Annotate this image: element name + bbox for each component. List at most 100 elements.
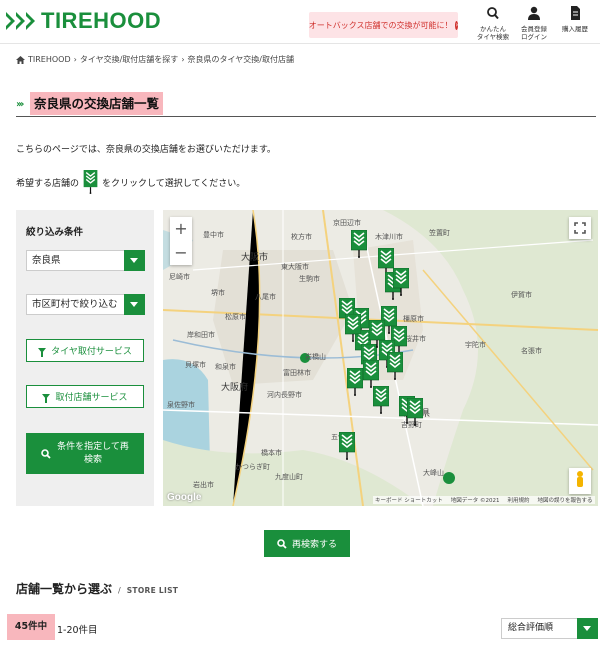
nav-purchase-history[interactable]: 購入履歴 — [558, 6, 592, 33]
instruction-text: 希望する店舗の をクリックして選択してください。 — [16, 170, 245, 194]
nav-login-line2: ログイン — [521, 33, 547, 41]
filter-icon — [42, 394, 51, 403]
keyboard-shortcuts-link[interactable]: キーボード ショートカット — [375, 496, 443, 504]
logo-chevron-icon — [16, 12, 25, 30]
report-error-link[interactable]: 地図の誤りを報告する — [538, 496, 593, 504]
document-icon — [571, 6, 580, 20]
search-icon — [41, 448, 51, 459]
fullscreen-button[interactable] — [569, 217, 591, 239]
logo[interactable]: TIREHOOD — [6, 8, 161, 34]
filter-panel: 絞り込み条件 奈良県 市区町村で絞り込む タイヤ取付サービス 取付店舗サービス … — [16, 210, 154, 506]
store-pin-icon[interactable] — [372, 385, 390, 414]
store-service-label: 取付店舗サービス — [55, 393, 128, 403]
pegman-icon — [577, 471, 583, 487]
terms-link[interactable]: 利用規約 — [508, 496, 530, 504]
map-label: 橋本市 — [261, 449, 282, 457]
map-label: 岩出市 — [193, 481, 214, 489]
filter-search-line2: 検索 — [83, 454, 102, 465]
zoom-out-button[interactable]: − — [170, 241, 192, 265]
filter-search-line1: 条件を指定して再 — [57, 441, 129, 452]
home-icon — [16, 55, 25, 64]
store-map[interactable]: 大阪市 東大阪市 八尾市 松原市 堺市 大阪府 和泉市 富田林市 河内長野市 岩… — [163, 210, 598, 506]
research-label: 再検索する — [291, 540, 337, 550]
promo-text: オートバックス店舗での交換が可能に！ — [308, 20, 453, 30]
map-label: 河内長野市 — [267, 391, 302, 399]
breadcrumb-item-current: 奈良県のタイヤ交換/取付店舗 — [187, 55, 294, 64]
store-service-filter-button[interactable]: 取付店舗サービス — [26, 385, 144, 408]
store-list-subtitle: STORE LIST — [126, 586, 179, 595]
research-button[interactable]: 再検索する — [264, 530, 350, 557]
search-icon — [277, 538, 287, 549]
city-select[interactable]: 市区町村で絞り込む — [26, 294, 145, 315]
logo-chevron-icon — [6, 12, 15, 30]
page-title: 奈良県の交換店舗一覧 — [30, 92, 164, 115]
map-label: 堺市 — [211, 289, 225, 297]
instruction-after: をクリックして選択してください。 — [102, 178, 246, 189]
zoom-in-button[interactable]: + — [170, 217, 192, 241]
map-label: 笠置町 — [429, 229, 450, 237]
chevron-down-icon[interactable] — [124, 250, 145, 271]
map-label: 伊賀市 — [511, 291, 532, 299]
store-pin-icon[interactable] — [338, 431, 356, 460]
user-icon — [528, 6, 540, 20]
search-icon — [487, 7, 499, 20]
fullscreen-icon — [574, 222, 586, 234]
breadcrumb: TIREHOOD › タイヤ交換/取付店舗を探す › 奈良県のタイヤ交換/取付店… — [16, 54, 294, 65]
store-pin-icon[interactable] — [406, 397, 424, 426]
prefecture-select[interactable]: 奈良県 — [26, 250, 145, 271]
map-label: 東大阪市 — [281, 263, 309, 271]
chevron-down-icon[interactable] — [124, 294, 145, 315]
sort-value: 総合評価順 — [508, 623, 554, 633]
nav-login[interactable]: 会員登録 ログイン — [517, 6, 551, 41]
nav-tire-search[interactable]: かんたん タイヤ検索 — [476, 6, 510, 41]
map-label: 名張市 — [521, 347, 542, 355]
filter-search-button[interactable]: 条件を指定して再 検索 — [26, 433, 144, 474]
intro-text: こちらのページでは、奈良県の交換店舗をお選びいただけます。 — [16, 145, 276, 155]
tire-service-filter-button[interactable]: タイヤ取付サービス — [26, 339, 144, 362]
map-data-credit: 地図データ ©2021 — [450, 498, 500, 504]
nav-login-line1: 会員登録 — [521, 25, 547, 33]
map-label: 豊中市 — [203, 231, 224, 239]
logo-text: TIREHOOD — [41, 8, 162, 33]
chevron-down-icon[interactable] — [577, 618, 598, 639]
store-list-heading: 店舗一覧から選ぶ / STORE LIST — [16, 580, 178, 597]
result-count-badge: 45件中 — [7, 614, 55, 640]
zoom-control: + − — [170, 217, 192, 265]
map-label: 大阪市 — [241, 253, 269, 263]
store-pin-icon[interactable] — [350, 229, 368, 258]
map-label: 宇陀市 — [465, 341, 486, 349]
map-label: 大峰山 — [423, 469, 444, 477]
store-pin-icon[interactable] — [386, 351, 404, 380]
map-label: 八尾市 — [255, 293, 276, 301]
promo-banner[interactable]: オートバックス店舗での交換が可能に！ › — [308, 12, 459, 38]
result-range: 1-20件目 — [57, 625, 98, 636]
title-arrows-icon: ››› — [16, 99, 25, 110]
street-view-button[interactable] — [569, 468, 591, 494]
breadcrumb-separator: › — [181, 55, 185, 64]
arrow-right-icon: › — [455, 20, 459, 30]
nav-tire-search-line2: タイヤ検索 — [476, 33, 510, 41]
map-label: 貝塚市 — [185, 361, 206, 369]
filter-icon — [38, 348, 47, 357]
nav-tire-search-line1: かんたん — [480, 25, 506, 33]
filter-title: 絞り込み条件 — [26, 227, 84, 238]
store-pin-icon[interactable] — [362, 359, 380, 388]
store-list-title: 店舗一覧から選ぶ — [16, 582, 113, 596]
map-label: 生駒市 — [299, 275, 320, 283]
google-logo: Google — [167, 492, 202, 503]
store-pin-icon[interactable] — [346, 367, 364, 396]
store-pin-icon[interactable] — [368, 319, 386, 348]
store-pin-icon[interactable] — [392, 267, 410, 296]
map-label: 大阪府 — [221, 383, 249, 393]
instruction-before: 希望する店舗の — [16, 178, 80, 189]
nav-purchase-line2: 購入履歴 — [562, 25, 588, 33]
map-label: 和泉市 — [215, 363, 236, 371]
breadcrumb-home[interactable]: TIREHOOD — [28, 55, 71, 64]
map-label: 富田林市 — [283, 369, 311, 377]
store-pin-icon[interactable] — [344, 313, 362, 342]
breadcrumb-item[interactable]: タイヤ交換/取付店舗を探す — [80, 54, 178, 65]
map-label: 岸和田市 — [187, 331, 215, 339]
map-label: 尼崎市 — [169, 273, 190, 281]
city-placeholder: 市区町村で絞り込む — [32, 299, 118, 310]
sort-select[interactable]: 総合評価順 — [501, 618, 598, 639]
